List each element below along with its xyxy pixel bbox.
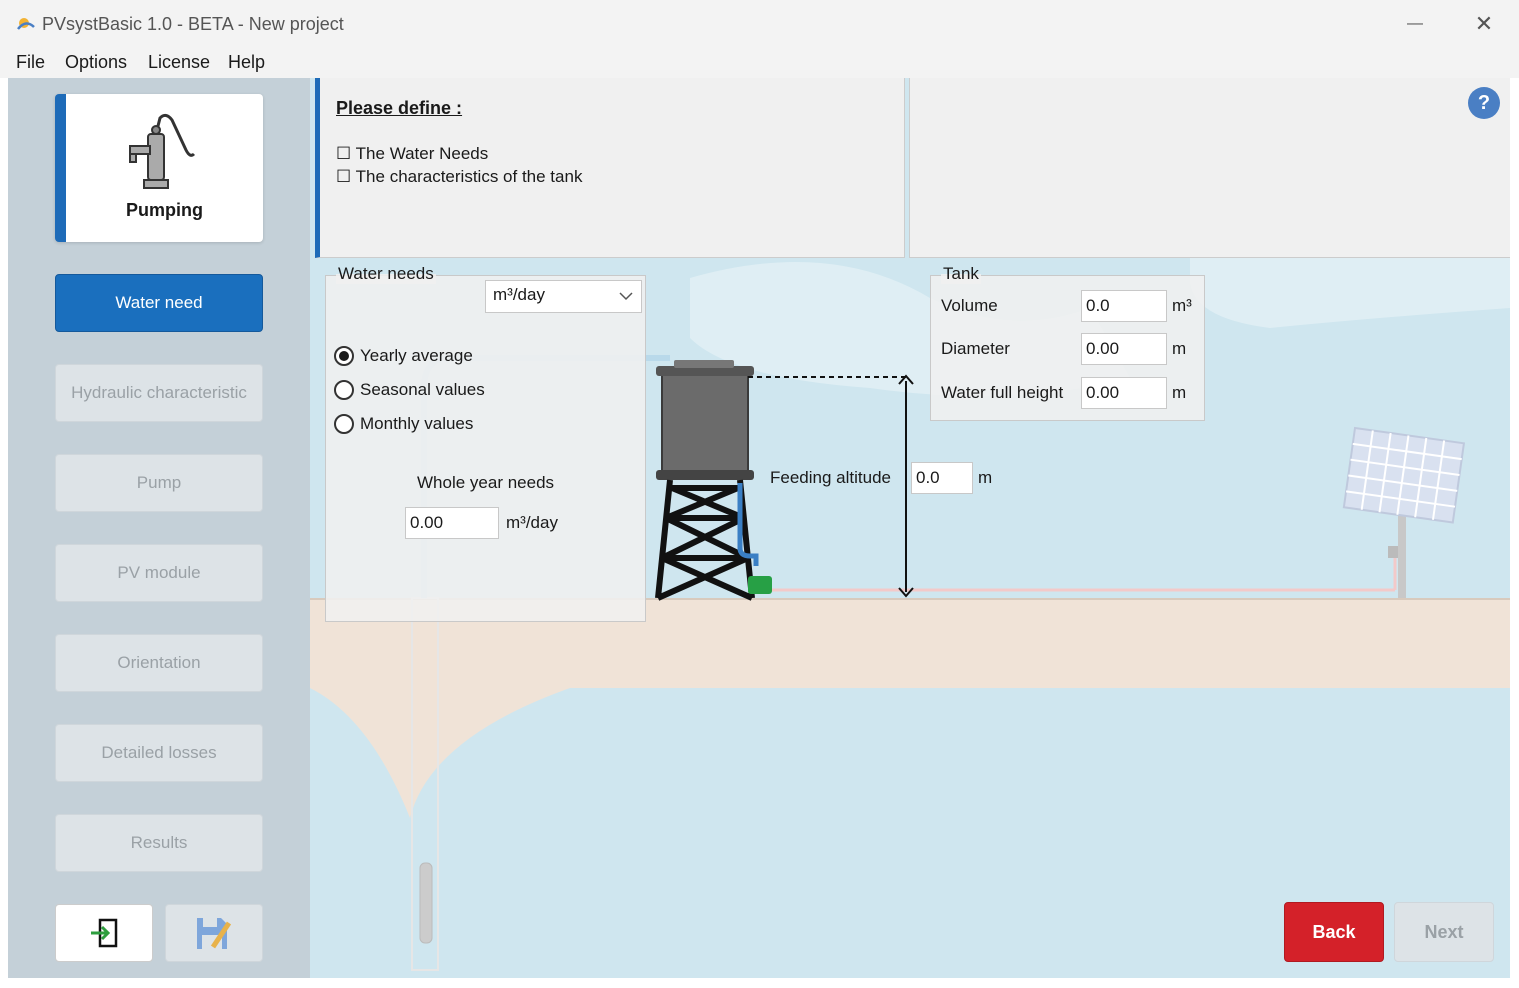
checklist-item: ☐ The Water Needs	[336, 144, 488, 164]
diameter-label: Diameter	[941, 339, 1010, 358]
radio-monthly-values[interactable]	[334, 414, 354, 434]
import-icon	[91, 918, 118, 948]
water-full-height-unit: m	[1172, 383, 1187, 402]
save-button[interactable]	[165, 904, 263, 962]
diameter-unit: m	[1172, 339, 1187, 358]
water-full-height-label: Water full height	[941, 383, 1064, 402]
save-icon	[197, 918, 232, 949]
checklist-item: ☐ The characteristics of the tank	[336, 167, 582, 187]
app-icon	[17, 18, 35, 30]
radio-label-yearly: Yearly average	[360, 346, 473, 365]
radio-seasonal-values[interactable]	[334, 380, 354, 400]
whole-year-label: Whole year needs	[417, 473, 555, 492]
feeding-altitude-input[interactable]: 0.0	[911, 462, 973, 494]
checklist-label: The characteristics of the tank	[355, 167, 583, 186]
checkbox-icon: ☐	[336, 144, 352, 163]
sidebar-item-results[interactable]: Results	[55, 814, 263, 872]
water-needs-group: Water needs	[325, 264, 646, 622]
sidebar-item-water-need[interactable]: Water need	[55, 274, 263, 332]
whole-year-unit: m³/day	[506, 513, 558, 532]
volume-input[interactable]: 0.0	[1081, 290, 1167, 322]
chevron-down-icon	[619, 292, 633, 301]
sidebar-item-detailed-losses[interactable]: Detailed losses	[55, 724, 263, 782]
module-label: Pumping	[126, 200, 203, 220]
feeding-altitude-label: Feeding altitude	[770, 468, 891, 487]
close-icon: ✕	[1474, 11, 1494, 36]
menu-bar: File Options License Help	[0, 48, 1519, 78]
title-bar: PVsystBasic 1.0 - BETA - New project — ✕	[0, 0, 1519, 48]
import-button[interactable]	[55, 904, 153, 962]
checkbox-icon: ☐	[336, 167, 352, 186]
menu-file[interactable]: File	[16, 52, 45, 73]
instructions-title: Please define :	[336, 98, 463, 118]
minimize-icon: —	[1407, 15, 1423, 32]
help-icon[interactable]: ?	[1468, 87, 1500, 119]
radio-label-seasonal: Seasonal values	[360, 380, 485, 399]
close-button[interactable]: ✕	[1464, 8, 1504, 40]
water-full-height-input[interactable]: 0.00	[1081, 377, 1167, 409]
sidebar-item-pump[interactable]: Pump	[55, 454, 263, 512]
unit-select-value: m³/day	[493, 285, 545, 304]
hand-pump-icon	[129, 113, 196, 189]
radio-label-monthly: Monthly values	[360, 414, 474, 433]
instructions-panel: Please define : ☐ The Water Needs ☐ The …	[315, 78, 905, 258]
radio-yearly-average[interactable]	[334, 346, 354, 366]
volume-label: Volume	[941, 296, 998, 315]
sidebar-item-pv-module[interactable]: PV module	[55, 544, 263, 602]
next-button[interactable]: Next	[1394, 902, 1494, 962]
menu-help[interactable]: Help	[228, 52, 265, 73]
volume-unit: m³	[1172, 296, 1192, 315]
message-panel	[909, 78, 1510, 258]
feeding-altitude-unit: m	[978, 468, 993, 487]
water-needs-legend: Water needs	[336, 264, 436, 284]
whole-year-input[interactable]: 0.00	[405, 507, 499, 539]
unit-select[interactable]: m³/day	[485, 280, 642, 313]
menu-options[interactable]: Options	[65, 52, 127, 73]
sidebar-item-orientation[interactable]: Orientation	[55, 634, 263, 692]
window-title: PVsystBasic 1.0 - BETA - New project	[42, 14, 344, 34]
menu-license[interactable]: License	[148, 52, 210, 73]
checklist-label: The Water Needs	[355, 144, 489, 163]
sidebar-item-hydraulic-characteristic[interactable]: Hydraulic characteristic	[55, 364, 263, 422]
diameter-input[interactable]: 0.00	[1081, 333, 1167, 365]
tank-legend: Tank	[941, 264, 981, 284]
minimize-button[interactable]: —	[1395, 8, 1435, 40]
module-card: Pumping	[55, 94, 263, 242]
back-button[interactable]: Back	[1284, 902, 1384, 962]
